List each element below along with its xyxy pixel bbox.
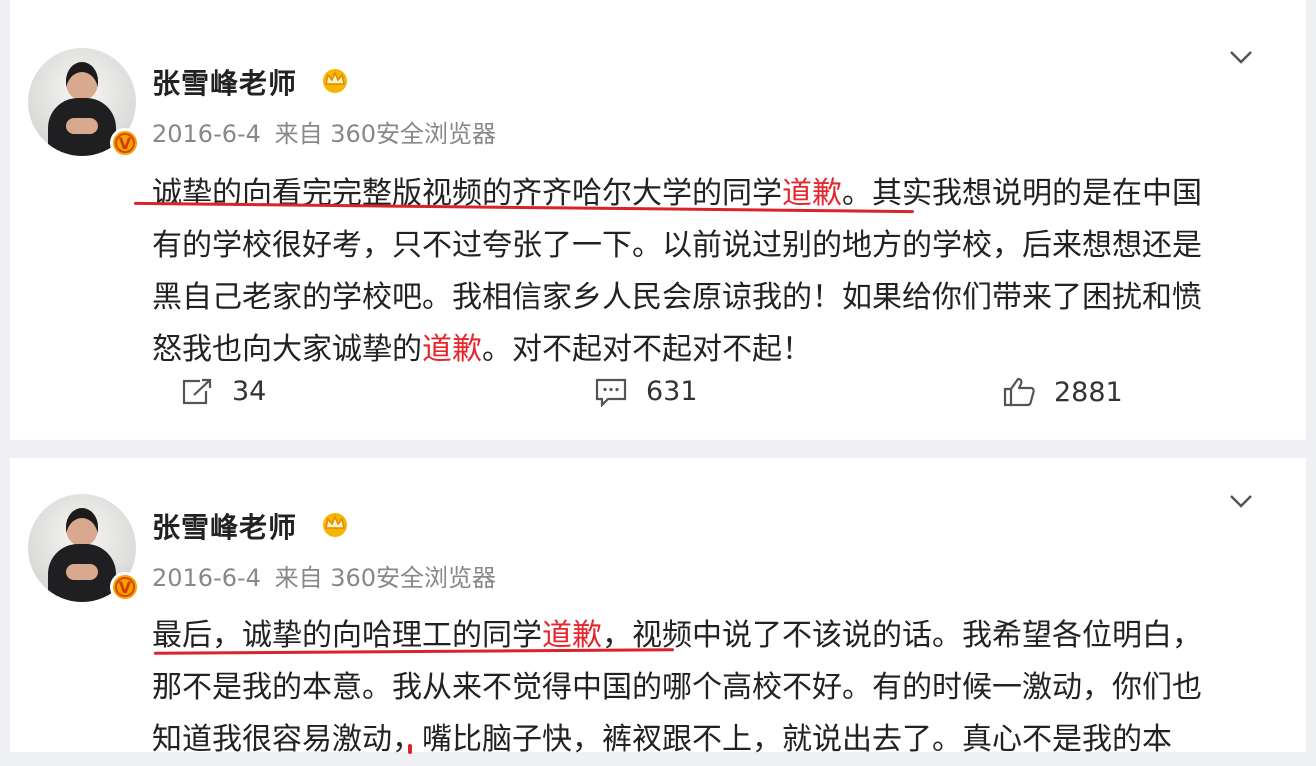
action-bar: 34 631 2881 <box>10 376 1306 426</box>
post-text-line: 那不是我的本意。我从来不觉得中国的哪个高校不好。有的时候一激动，你们也 <box>152 662 1272 714</box>
post-date[interactable]: 2016-6-4 <box>152 120 261 148</box>
crown-icon <box>323 69 347 93</box>
post-text-line: 最后，诚挚的向哈理工的同学道歉，视频中说了不该说的话。我希望各位明白， <box>152 610 1272 662</box>
author-name[interactable]: 张雪峰老师 <box>152 62 297 102</box>
text-segment: 黑自己老家的学校吧。我相信家乡人民会原谅我的！如果给你们带来了困扰和愤 <box>152 280 1202 315</box>
post-text: 最后，诚挚的向哈理工的同学道歉，视频中说了不该说的话。我希望各位明白， 那不是我的… <box>152 610 1272 766</box>
text-segment: 那不是我的本意。我从来不觉得中国的哪个高校不好。有的时候一激动，你们也 <box>152 670 1202 705</box>
weibo-post-1: V 张雪峰老师 2016-6-4 来自 360安全浏览器 诚挚的向看完完整版视频… <box>10 0 1306 440</box>
repost-icon <box>182 378 212 404</box>
highlighted-keyword: 道歉 <box>422 332 482 367</box>
post-meta: 2016-6-4 来自 360安全浏览器 <box>152 558 496 593</box>
post-text-line: 黑自己老家的学校吧。我相信家乡人民会原谅我的！如果给你们带来了困扰和愤 <box>152 272 1272 324</box>
text-segment: 最后，诚挚的向哈理工的同学 <box>152 618 542 653</box>
weibo-post-2: V 张雪峰老师 2016-6-4 来自 360安全浏览器 最后，诚挚的向哈理工的… <box>10 458 1306 757</box>
highlighted-keyword: 道歉 <box>782 176 842 211</box>
comment-button[interactable]: 631 <box>594 376 698 407</box>
post-text-line: 知道我很容易激动，嘴比脑子快，裤衩跟不上，就说出去了。真心不是我的本 <box>152 714 1272 766</box>
post-text: 诚挚的向看完完整版视频的齐齐哈尔大学的同学道歉。其实我想说明的是在中国有的学校很… <box>152 168 1272 376</box>
text-segment: 有的学校很好考，只不过夸张了一下。以前说过别的地方的学校，后来想想还是 <box>152 228 1202 263</box>
verified-badge-icon: V <box>110 128 140 158</box>
repost-count: 34 <box>232 376 267 407</box>
like-count: 2881 <box>1054 376 1123 408</box>
red-underline-annotation <box>408 744 412 754</box>
post-meta: 2016-6-4 来自 360安全浏览器 <box>152 114 496 149</box>
text-segment: ，视频中说了不该说的话。我希望各位明白， <box>602 618 1202 653</box>
text-segment: 。其实我想说明的是在中国 <box>842 176 1202 211</box>
post-source: 来自 360安全浏览器 <box>274 564 497 592</box>
like-icon <box>1003 377 1035 407</box>
verified-badge-icon: V <box>110 572 140 602</box>
comment-count: 631 <box>646 376 698 407</box>
chevron-down-icon[interactable] <box>1228 492 1254 510</box>
post-date[interactable]: 2016-6-4 <box>152 564 261 592</box>
like-button[interactable]: 2881 <box>1002 376 1123 408</box>
comment-icon <box>595 378 627 407</box>
post-text-line: 诚挚的向看完完整版视频的齐齐哈尔大学的同学道歉。其实我想说明的是在中国 <box>152 168 1272 220</box>
post-source: 来自 360安全浏览器 <box>274 120 497 148</box>
post-text-line: 有的学校很好考，只不过夸张了一下。以前说过别的地方的学校，后来想想还是 <box>152 220 1272 272</box>
repost-button[interactable]: 34 <box>180 376 266 407</box>
crown-icon <box>323 513 347 537</box>
chevron-down-icon[interactable] <box>1228 48 1254 66</box>
post-text-line: 怒我也向大家诚挚的道歉。对不起对不起对不起！ <box>152 324 1272 376</box>
text-segment: 。对不起对不起对不起！ <box>482 332 812 367</box>
author-name[interactable]: 张雪峰老师 <box>152 506 297 546</box>
text-segment: 怒我也向大家诚挚的 <box>152 332 422 367</box>
